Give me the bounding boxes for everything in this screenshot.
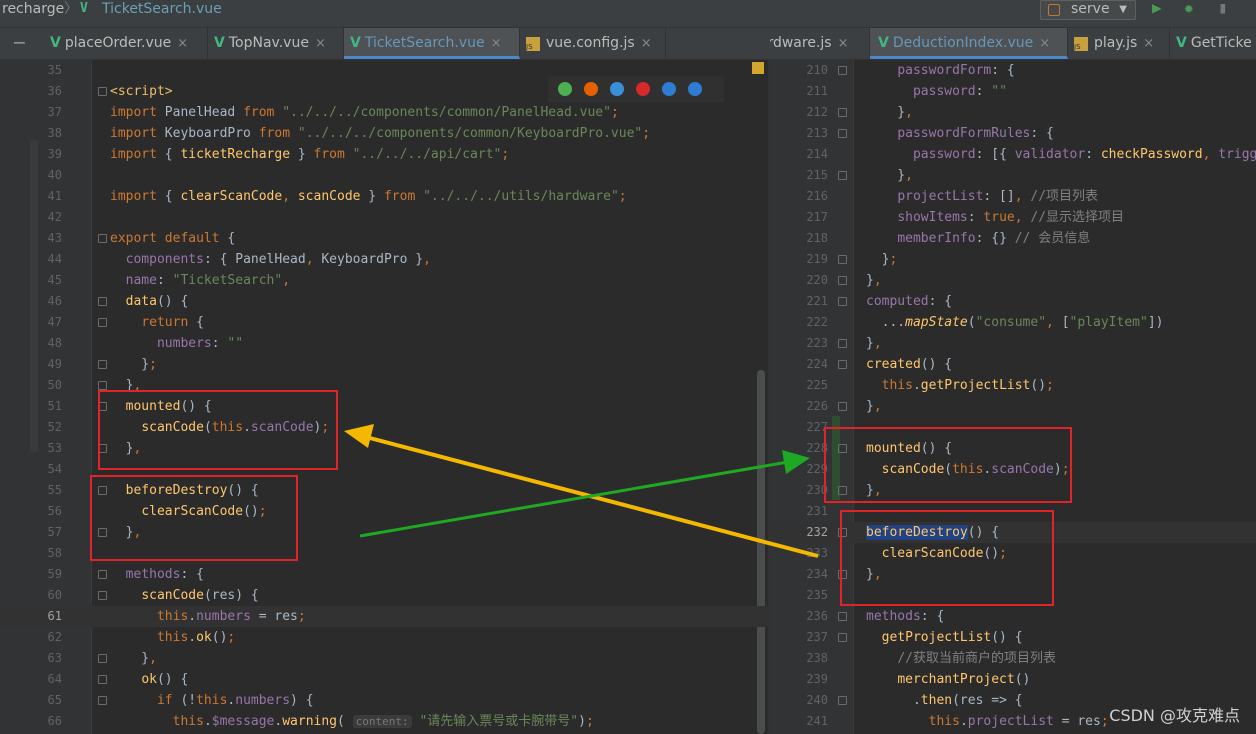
green-arrow-head: [782, 450, 810, 474]
watermark: CSDN @攻克难点: [1109, 706, 1240, 725]
yellow-arrow-head: [344, 424, 374, 448]
green-arrow-line: [359, 460, 789, 538]
annotation-arrows: [344, 424, 819, 558]
